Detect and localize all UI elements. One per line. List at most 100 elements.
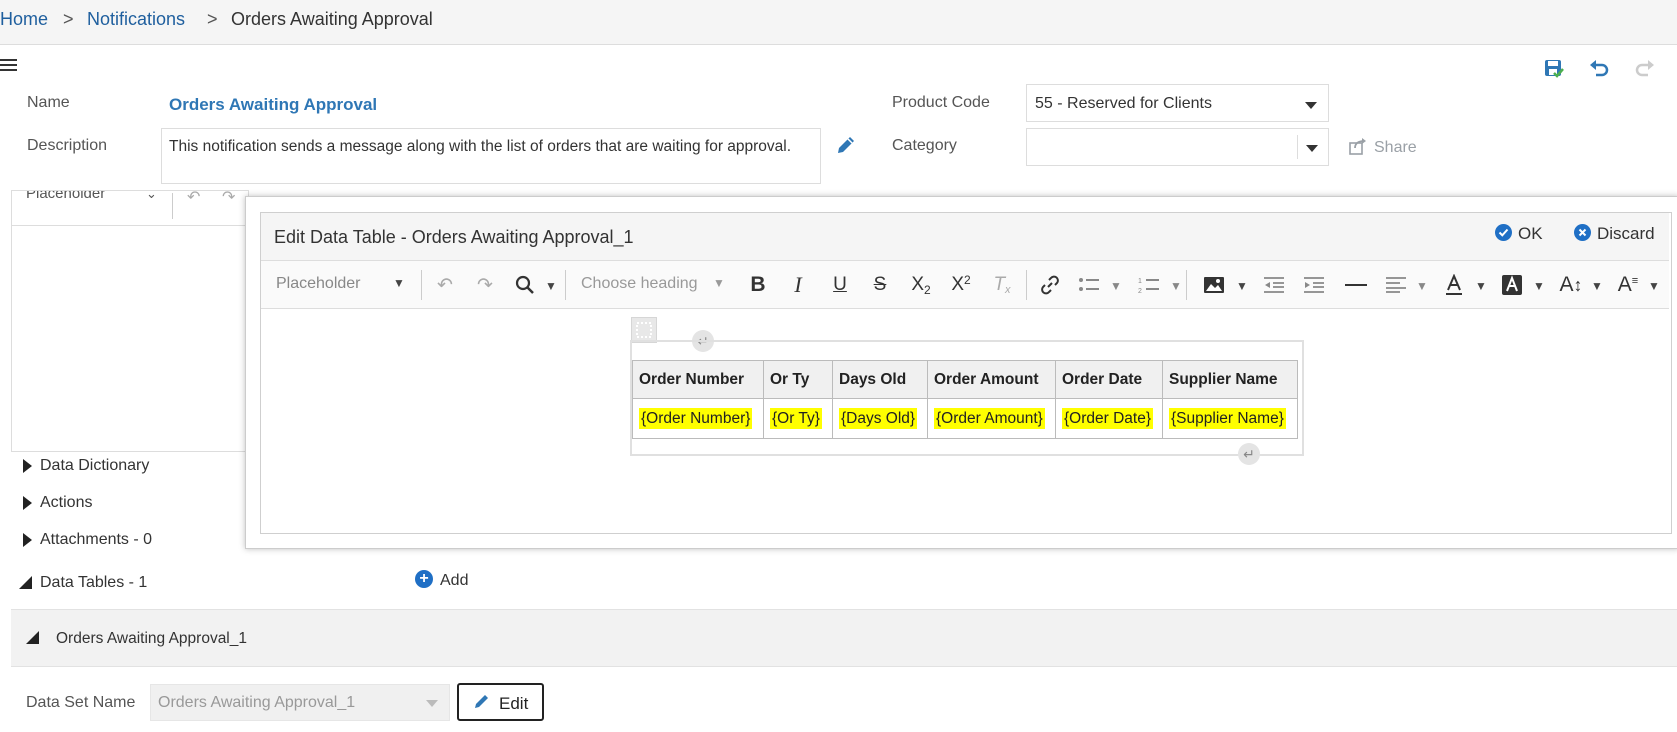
placeholder-token: {Order Number}: [639, 407, 753, 429]
pencil-icon: [473, 692, 491, 710]
description-field[interactable]: This notification sends a message along …: [161, 128, 821, 184]
insert-paragraph-after-icon[interactable]: ↵: [1238, 443, 1260, 465]
actions-section[interactable]: Actions: [40, 494, 92, 512]
column-header[interactable]: Supplier Name: [1162, 360, 1298, 399]
chevron-down-icon: ▼: [1110, 279, 1122, 293]
collapse-triangle-icon[interactable]: [19, 576, 32, 589]
redo-icon[interactable]: ↷: [472, 270, 498, 300]
chevron-down-icon: [1306, 145, 1318, 152]
data-set-name-label: Data Set Name: [26, 694, 136, 711]
superscript-icon[interactable]: X2: [946, 270, 976, 300]
ok-button[interactable]: OK: [1518, 224, 1543, 244]
svg-text:2: 2: [1138, 288, 1142, 295]
data-table[interactable]: Order Number Or Ty Days Old Order Amount…: [632, 360, 1298, 439]
placeholder-token: {Or Ty}: [770, 407, 822, 429]
insert-image-icon[interactable]: [1200, 270, 1228, 300]
horizontal-line-icon[interactable]: [1342, 270, 1370, 300]
column-header[interactable]: Order Amount: [927, 360, 1056, 399]
column-header[interactable]: Days Old: [832, 360, 928, 399]
modal-title: Edit Data Table - Orders Awaiting Approv…: [274, 227, 634, 247]
category-select[interactable]: [1026, 128, 1329, 166]
category-label: Category: [892, 137, 957, 154]
save-icon[interactable]: [1543, 58, 1565, 80]
data-dictionary-section[interactable]: Data Dictionary: [40, 457, 149, 475]
underline-icon[interactable]: U: [826, 270, 854, 300]
outdent-icon[interactable]: [1260, 270, 1288, 300]
redo-icon[interactable]: [1634, 58, 1656, 80]
undo-icon[interactable]: ↶: [187, 191, 200, 207]
expand-triangle-icon[interactable]: [23, 496, 32, 510]
toolbar-separator: [421, 270, 422, 300]
edit-button-label: Edit: [499, 694, 529, 713]
expand-triangle-icon[interactable]: [23, 533, 32, 547]
share-label[interactable]: Share: [1374, 139, 1417, 157]
font-background-color-icon[interactable]: [1498, 270, 1526, 300]
column-header[interactable]: Order Date: [1055, 360, 1163, 399]
name-label: Name: [27, 94, 70, 111]
chevron-down-icon: ▼: [545, 279, 557, 293]
expand-triangle-icon[interactable]: [23, 459, 32, 473]
name-value[interactable]: Orders Awaiting Approval: [169, 95, 377, 115]
discard-button[interactable]: Discard: [1597, 224, 1655, 244]
table-cell[interactable]: {Or Ty}: [763, 398, 833, 439]
attachments-section[interactable]: Attachments - 0: [40, 531, 152, 549]
bold-icon[interactable]: B: [744, 270, 772, 300]
font-size-icon[interactable]: A ↕: [1556, 270, 1586, 300]
add-data-table-button[interactable]: Add: [440, 572, 468, 590]
numbered-list-icon[interactable]: 12: [1134, 270, 1164, 300]
background-editor-toolbar: Placeholder ⌄ ↶ ↷: [12, 191, 247, 226]
chevron-down-icon: ▼: [1648, 279, 1660, 293]
column-header[interactable]: Order Number: [632, 360, 764, 399]
chevron-down-icon: ▼: [1475, 279, 1487, 293]
link-icon[interactable]: [1036, 270, 1064, 300]
collapse-triangle-icon[interactable]: [26, 631, 39, 644]
font-family-icon[interactable]: A ≡: [1614, 270, 1642, 300]
undo-icon[interactable]: [1588, 58, 1610, 80]
background-placeholder-dropdown[interactable]: Placeholder: [26, 191, 105, 202]
toolbar-separator: [172, 193, 173, 219]
data-set-name-select[interactable]: Orders Awaiting Approval_1: [150, 684, 450, 721]
font-color-icon[interactable]: [1440, 270, 1468, 300]
edit-description-pencil-icon[interactable]: [835, 134, 857, 156]
indent-icon[interactable]: [1300, 270, 1328, 300]
column-header[interactable]: Or Ty: [763, 360, 833, 399]
hamburger-menu-icon[interactable]: [0, 59, 17, 73]
select-divider: [1297, 135, 1298, 159]
table-cell[interactable]: {Supplier Name}: [1162, 398, 1298, 439]
chevron-down-icon: ▼: [393, 276, 405, 290]
share-icon[interactable]: [1349, 137, 1367, 155]
placeholder-dropdown[interactable]: Placeholder: [276, 275, 361, 293]
product-code-select[interactable]: 55 - Reserved for Clients: [1026, 84, 1329, 122]
undo-icon[interactable]: ↶: [432, 270, 458, 300]
data-table-item-row: [11, 609, 1677, 667]
data-tables-section[interactable]: Data Tables - 1: [40, 574, 147, 592]
bulleted-list-icon[interactable]: [1074, 270, 1104, 300]
toolbar-separator: [1026, 270, 1027, 300]
placeholder-token: {Order Date}: [1062, 407, 1154, 429]
strikethrough-icon[interactable]: S: [866, 270, 894, 300]
align-icon[interactable]: [1382, 270, 1410, 300]
heading-dropdown[interactable]: Choose heading: [581, 275, 698, 293]
add-circle-icon[interactable]: +: [415, 570, 433, 588]
data-table-item-label[interactable]: Orders Awaiting Approval_1: [56, 630, 247, 648]
placeholder-token: {Days Old}: [839, 407, 918, 429]
discard-x-icon[interactable]: [1574, 224, 1591, 241]
placeholder-token: {Supplier Name}: [1169, 407, 1286, 429]
table-cell[interactable]: {Order Date}: [1055, 398, 1163, 439]
redo-icon[interactable]: ↷: [222, 191, 235, 207]
remove-format-icon[interactable]: Tx: [988, 270, 1016, 300]
toolbar-separator: [565, 270, 566, 300]
table-row: {Order Number} {Or Ty} {Days Old} {Order…: [632, 398, 1298, 439]
data-set-name-value: Orders Awaiting Approval_1: [158, 694, 356, 711]
edit-button[interactable]: Edit: [457, 683, 544, 721]
subscript-icon[interactable]: X2: [906, 270, 936, 300]
breadcrumb-home[interactable]: Home: [0, 9, 48, 30]
table-cell[interactable]: {Order Amount}: [927, 398, 1056, 439]
find-replace-icon[interactable]: [512, 270, 538, 300]
italic-icon[interactable]: I: [784, 270, 812, 300]
chevron-down-icon: ▼: [1591, 279, 1603, 293]
table-cell[interactable]: {Days Old}: [832, 398, 928, 439]
breadcrumb-notifications[interactable]: Notifications: [87, 9, 185, 30]
table-cell[interactable]: {Order Number}: [632, 398, 764, 439]
ok-check-icon[interactable]: [1495, 224, 1512, 241]
